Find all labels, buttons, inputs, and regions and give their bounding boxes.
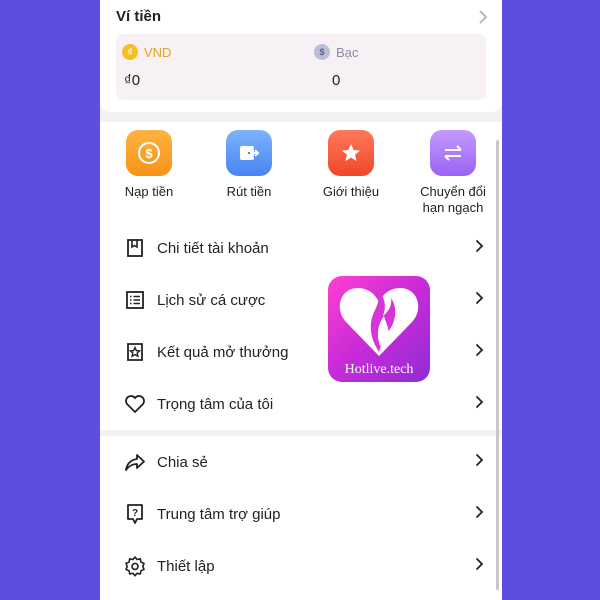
rut-tien-label: Rút tiền <box>226 184 272 199</box>
vnd-amount: ₫0 <box>124 72 141 89</box>
quick-actions: $ Nạp tiền Rút tiền Giới thiệu Chuyển đổ… <box>100 122 502 222</box>
menu-item-lottery-results[interactable]: Kết quả mở thưởng <box>100 326 502 378</box>
menu-group-1: Chi tiết tài khoản Lịch sử cá cược Kết q… <box>100 222 502 430</box>
chevron-right-icon <box>475 453 484 472</box>
vnd-coin-icon: ₫ <box>122 44 138 60</box>
menu-item-label: Lịch sử cá cược <box>157 291 266 309</box>
vnd-currency: ₫ VND <box>122 44 171 60</box>
chevron-right-icon <box>475 291 484 310</box>
menu-item-label: Trung tâm trợ giúp <box>157 505 281 523</box>
watermark-text: Hotlive.tech <box>344 362 414 377</box>
hotlive-logo: Hotlive.tech <box>328 276 430 382</box>
chevron-right-icon <box>475 557 484 576</box>
chevron-right-icon <box>475 343 484 362</box>
menu-item-settings[interactable]: Thiết lập <box>100 540 502 592</box>
list-icon <box>124 289 146 311</box>
menu-item-label: Chia sẻ <box>157 453 208 471</box>
chuyen-doi-line1: Chuyển đổi <box>420 184 486 199</box>
gioi-thieu-button[interactable]: Giới thiệu <box>306 130 396 200</box>
star-badge-icon <box>124 341 146 363</box>
bac-label: Bạc <box>336 44 359 60</box>
menu-item-label: Chi tiết tài khoản <box>157 239 269 257</box>
menu-item-share[interactable]: Chia sẻ <box>100 436 502 488</box>
chevron-right-icon[interactable] <box>478 10 488 29</box>
bac-currency: $ Bạc <box>314 44 358 60</box>
svg-text:?: ? <box>132 508 138 519</box>
chuyen-doi-line2: hạn ngạch <box>422 200 484 215</box>
heart-icon <box>124 393 146 415</box>
chuyen-doi-button[interactable]: Chuyển đổi hạn ngạch <box>408 130 498 216</box>
chevron-right-icon <box>475 395 484 414</box>
nap-tien-label: Nạp tiền <box>124 184 174 199</box>
menu-item-help-center[interactable]: ? Trung tâm trợ giúp <box>100 488 502 540</box>
menu-item-label: Thiết lập <box>157 557 215 575</box>
menu-item-my-focus[interactable]: Trọng tâm của tôi <box>100 378 502 430</box>
menu-item-bet-history[interactable]: Lịch sử cá cược <box>100 274 502 326</box>
wallet-withdraw-icon <box>226 130 272 176</box>
nap-tien-button[interactable]: $ Nạp tiền <box>104 130 194 200</box>
phone-screen: Ví tiền ₫ VND ₫0 $ Bạc 0 $ Nạp tiền Rút … <box>100 0 502 600</box>
rut-tien-button[interactable]: Rút tiền <box>204 130 294 200</box>
star-icon <box>328 130 374 176</box>
menu-group-2: Chia sẻ ? Trung tâm trợ giúp Thiết lập <box>100 436 502 600</box>
silver-coin-icon: $ <box>314 44 330 60</box>
chuyen-doi-label: Chuyển đổi hạn ngạch <box>408 184 498 216</box>
scrollbar[interactable] <box>496 140 499 590</box>
bookmark-icon <box>124 237 146 259</box>
help-icon: ? <box>124 503 146 525</box>
dollar-coin-icon: $ <box>126 130 172 176</box>
gioi-thieu-label: Giới thiệu <box>322 184 380 199</box>
wallet-title: Ví tiền <box>116 8 162 25</box>
menu-item-account-details[interactable]: Chi tiết tài khoản <box>100 222 502 274</box>
exchange-arrows-icon <box>430 130 476 176</box>
bac-amount: 0 <box>332 72 341 89</box>
vnd-label: VND <box>144 44 172 60</box>
chevron-right-icon <box>475 505 484 524</box>
settings-icon <box>124 555 146 577</box>
menu-item-label: Trọng tâm của tôi <box>157 395 274 413</box>
wallet-card[interactable]: Ví tiền ₫ VND ₫0 $ Bạc 0 <box>100 0 502 112</box>
chevron-right-icon <box>475 239 484 258</box>
share-icon <box>124 451 146 473</box>
heart-flame-logo-icon <box>339 288 419 356</box>
menu-item-label: Kết quả mở thưởng <box>157 343 289 361</box>
wallet-balances: ₫ VND ₫0 $ Bạc 0 <box>116 34 486 100</box>
svg-text:$: $ <box>145 146 153 161</box>
